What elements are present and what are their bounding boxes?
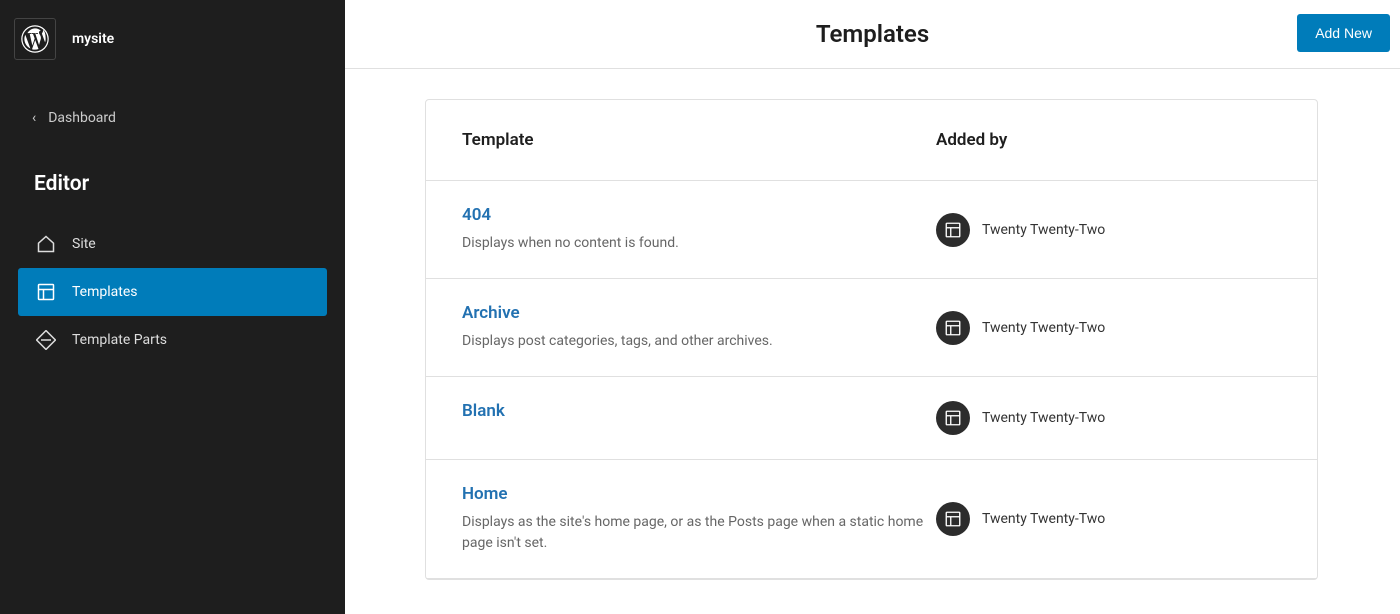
theme-name: Twenty Twenty-Two bbox=[982, 410, 1105, 426]
theme-name: Twenty Twenty-Two bbox=[982, 222, 1105, 238]
theme-icon bbox=[936, 213, 970, 247]
added-by-cell: Twenty Twenty-Two bbox=[936, 401, 1281, 435]
sidebar-item-label: Templates bbox=[72, 284, 138, 300]
added-by-cell: Twenty Twenty-Two bbox=[936, 484, 1281, 554]
main-content: Templates Add New Template Added by 404 … bbox=[345, 0, 1400, 614]
site-name: mysite bbox=[72, 31, 114, 47]
layout-icon bbox=[36, 282, 56, 302]
templates-table: Template Added by 404 Displays when no c… bbox=[425, 99, 1318, 580]
template-name-link[interactable]: Home bbox=[462, 484, 936, 504]
sidebar-item-label: Site bbox=[72, 236, 96, 252]
sidebar-item-label: Template Parts bbox=[72, 332, 167, 348]
table-row: Archive Displays post categories, tags, … bbox=[426, 279, 1317, 377]
added-by-cell: Twenty Twenty-Two bbox=[936, 303, 1281, 352]
table-row: Home Displays as the site's home page, o… bbox=[426, 460, 1317, 579]
theme-icon bbox=[936, 401, 970, 435]
template-description: Displays post categories, tags, and othe… bbox=[462, 331, 936, 352]
template-cell: Archive Displays post categories, tags, … bbox=[462, 303, 936, 352]
home-icon bbox=[36, 234, 56, 254]
sidebar-item-templates[interactable]: Templates bbox=[18, 268, 327, 316]
column-header-added-by: Added by bbox=[936, 130, 1281, 150]
column-header-template: Template bbox=[462, 130, 936, 150]
sidebar-header: mysite bbox=[0, 0, 345, 78]
theme-name: Twenty Twenty-Two bbox=[982, 320, 1105, 336]
wordpress-logo-icon[interactable] bbox=[14, 18, 56, 60]
sidebar-item-template-parts[interactable]: Template Parts bbox=[18, 316, 327, 364]
sidebar: mysite ‹ Dashboard Editor Site Templates bbox=[0, 0, 345, 614]
back-label: Dashboard bbox=[48, 110, 116, 126]
template-name-link[interactable]: Archive bbox=[462, 303, 936, 323]
theme-icon bbox=[936, 502, 970, 536]
back-to-dashboard-link[interactable]: ‹ Dashboard bbox=[0, 100, 345, 136]
table-header: Template Added by bbox=[426, 100, 1317, 181]
template-description: Displays as the site's home page, or as … bbox=[462, 512, 936, 554]
template-cell: Home Displays as the site's home page, o… bbox=[462, 484, 936, 554]
content-area: Template Added by 404 Displays when no c… bbox=[345, 69, 1400, 614]
table-row: 404 Displays when no content is found. T… bbox=[426, 181, 1317, 279]
chevron-left-icon: ‹ bbox=[32, 110, 36, 126]
added-by-cell: Twenty Twenty-Two bbox=[936, 205, 1281, 254]
theme-name: Twenty Twenty-Two bbox=[982, 511, 1105, 527]
table-row: Blank Twenty Twenty-Two bbox=[426, 377, 1317, 460]
editor-section-title: Editor bbox=[0, 136, 345, 216]
template-name-link[interactable]: Blank bbox=[462, 401, 936, 421]
template-description: Displays when no content is found. bbox=[462, 233, 936, 254]
add-new-button[interactable]: Add New bbox=[1297, 14, 1390, 52]
topbar: Templates Add New bbox=[345, 0, 1400, 69]
page-title: Templates bbox=[816, 20, 929, 48]
sidebar-item-site[interactable]: Site bbox=[18, 220, 327, 268]
template-parts-icon bbox=[36, 330, 56, 350]
theme-icon bbox=[936, 311, 970, 345]
template-cell: Blank bbox=[462, 401, 936, 435]
editor-nav: Site Templates Template Parts bbox=[0, 216, 345, 364]
template-name-link[interactable]: 404 bbox=[462, 205, 936, 225]
template-cell: 404 Displays when no content is found. bbox=[462, 205, 936, 254]
